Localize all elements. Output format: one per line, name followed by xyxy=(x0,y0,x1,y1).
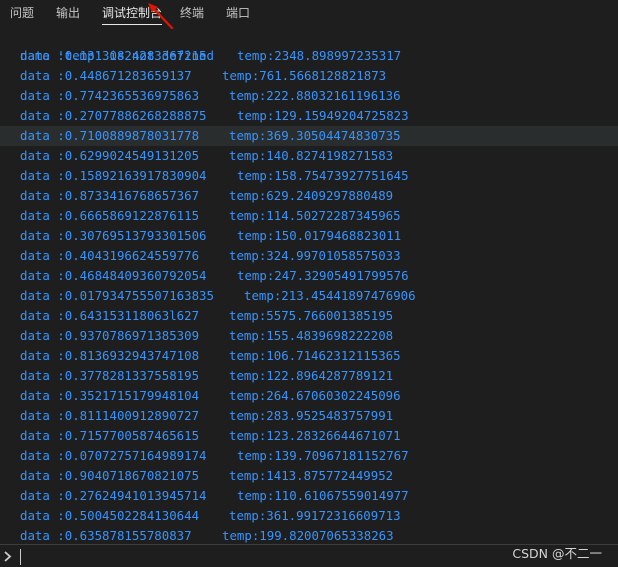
temp-value: temp:247.32905491799576 xyxy=(237,268,409,283)
console-line: data :0.30769513793301506 temp:150.017946… xyxy=(0,226,618,246)
data-value: data :0.13130824283367215 xyxy=(20,48,207,63)
error-message-line: name 'temp' is not defined xyxy=(0,26,618,63)
debug-console-output[interactable]: name 'temp' is not defined data :0.13130… xyxy=(0,26,618,544)
temp-value: temp:106.71462312115365 xyxy=(229,348,401,363)
data-value: data :0.3521715179948104 xyxy=(20,388,200,403)
temp-value: temp:140.8274198271583 xyxy=(229,148,394,163)
temp-value: temp:199.82007065338263 xyxy=(222,528,394,543)
console-line: data :0.8111400912890727 temp:283.9525483… xyxy=(0,406,618,426)
console-line: data :0.8136932943747108 temp:106.7146231… xyxy=(0,346,618,366)
console-line: data :0.46848409360792054 temp:247.329054… xyxy=(0,266,618,286)
data-value: data :0.4043196624559776 xyxy=(20,248,200,263)
console-line: data :0.7100889878031778 temp:369.3050447… xyxy=(0,126,618,146)
input-cursor xyxy=(20,549,21,565)
console-line: data :0.07072757164989174 temp:139.709671… xyxy=(0,446,618,466)
data-value: data :0.7157700587465615 xyxy=(20,428,200,443)
temp-value: temp:158.75473927751645 xyxy=(237,168,409,183)
temp-value: temp:213.45441897476906 xyxy=(244,288,416,303)
temp-value: temp:264.67060302245096 xyxy=(229,388,401,403)
temp-value: temp:2348.898997235317 xyxy=(237,48,402,63)
data-value: data :0.9040718670821075 xyxy=(20,468,200,483)
data-value: data :0.7100889878031778 xyxy=(20,128,200,143)
data-value: data :0.07072757164989174 xyxy=(20,448,207,463)
tab-problems[interactable]: 问题 xyxy=(10,4,34,22)
temp-value: temp:222.88032161196136 xyxy=(229,88,401,103)
tab-ports[interactable]: 端口 xyxy=(226,4,250,22)
watermark: CSDN @不二一 xyxy=(512,546,602,561)
temp-value: temp:114.50272287345965 xyxy=(229,208,401,223)
data-value: data :0.643153118063l627 xyxy=(20,308,200,323)
data-value: data :0.8733416768657367 xyxy=(20,188,200,203)
temp-value: temp:369.30504474830735 xyxy=(229,128,401,143)
console-line: data :0.643153118063l627 temp:5575.766001… xyxy=(0,306,618,326)
data-value: data :0.635878155780837 xyxy=(20,528,192,543)
console-line: data :0.9040718670821075 temp:1413.875772… xyxy=(0,466,618,486)
temp-value: temp:139.70967181152767 xyxy=(237,448,409,463)
panel-tab-bar: 问题 输出 调试控制台 终端 端口 xyxy=(0,0,618,26)
console-line: data :0.6665869122876115 temp:114.5027228… xyxy=(0,206,618,226)
console-line: data :0.3521715179948104 temp:264.6706030… xyxy=(0,386,618,406)
temp-value: temp:110.61067559014977 xyxy=(237,488,409,503)
console-line: data :0.4043196624559776 temp:324.9970105… xyxy=(0,246,618,266)
temp-value: temp:324.99701058575033 xyxy=(229,248,401,263)
temp-value: temp:361.99172316609713 xyxy=(229,508,401,523)
console-line: data :0.8733416768657367 temp:629.2409297… xyxy=(0,186,618,206)
data-value: data :0.8136932943747108 xyxy=(20,348,200,363)
data-value: data :0.27624941013945714 xyxy=(20,488,207,503)
temp-value: temp:761.5668128821873 xyxy=(222,68,387,83)
data-value: data :0.15892163917830904 xyxy=(20,168,207,183)
temp-value: temp:122.8964287789121 xyxy=(229,368,394,383)
data-value: data :0.6299024549131205 xyxy=(20,148,200,163)
temp-value: temp:629.2409297880489 xyxy=(229,188,394,203)
console-line: data :0.635878155780837 temp:199.82007065… xyxy=(0,526,618,544)
chevron-right-icon xyxy=(4,551,12,562)
temp-value: temp:5575.766001385195 xyxy=(229,308,394,323)
temp-value: temp:283.9525483757991 xyxy=(229,408,394,423)
console-line: data :0.3778281337558195 temp:122.8964287… xyxy=(0,366,618,386)
tab-terminal[interactable]: 终端 xyxy=(180,4,204,22)
data-value: data :0.27077886268288875 xyxy=(20,108,207,123)
console-line: data :0.15892163917830904 temp:158.754739… xyxy=(0,166,618,186)
data-value: data :0.5004502284130644 xyxy=(20,508,200,523)
console-line: data :0.27624941013945714 temp:110.610675… xyxy=(0,486,618,506)
console-line: data :0.6299024549131205 temp:140.8274198… xyxy=(0,146,618,166)
data-value: data :0.6665869122876115 xyxy=(20,208,200,223)
console-line: data :0.13130824283367215 temp:2348.89899… xyxy=(0,46,618,66)
console-line: data :0.9370786971385309 temp:155.4839698… xyxy=(0,326,618,346)
temp-value: temp:129.15949204725823 xyxy=(237,108,409,123)
data-value: data :0.30769513793301506 xyxy=(20,228,207,243)
console-line: data :0.7157700587465615 temp:123.2832664… xyxy=(0,426,618,446)
data-value: data :0.9370786971385309 xyxy=(20,328,200,343)
temp-value: temp:155.4839698222208 xyxy=(229,328,394,343)
data-value: data :0.46848409360792054 xyxy=(20,268,207,283)
data-value: data :0.7742365536975863 xyxy=(20,88,200,103)
temp-value: temp:150.0179468823011 xyxy=(237,228,402,243)
console-line: data :0.7742365536975863 temp:222.8803216… xyxy=(0,86,618,106)
console-line: data :0.017934755507163835 temp:213.45441… xyxy=(0,286,618,306)
data-value: data :0.3778281337558195 xyxy=(20,368,200,383)
data-value: data :0.017934755507163835 xyxy=(20,288,214,303)
console-line: data :0.448671283659137 temp:761.56681288… xyxy=(0,66,618,86)
data-value: data :0.8111400912890727 xyxy=(20,408,200,423)
tab-output[interactable]: 输出 xyxy=(56,4,80,22)
console-line: data :0.5004502284130644 temp:361.9917231… xyxy=(0,506,618,526)
data-value: data :0.448671283659137 xyxy=(20,68,192,83)
temp-value: temp:1413.875772449952 xyxy=(229,468,394,483)
temp-value: temp:123.28326644671071 xyxy=(229,428,401,443)
console-line: data :0.27077886268288875 temp:129.159492… xyxy=(0,106,618,126)
